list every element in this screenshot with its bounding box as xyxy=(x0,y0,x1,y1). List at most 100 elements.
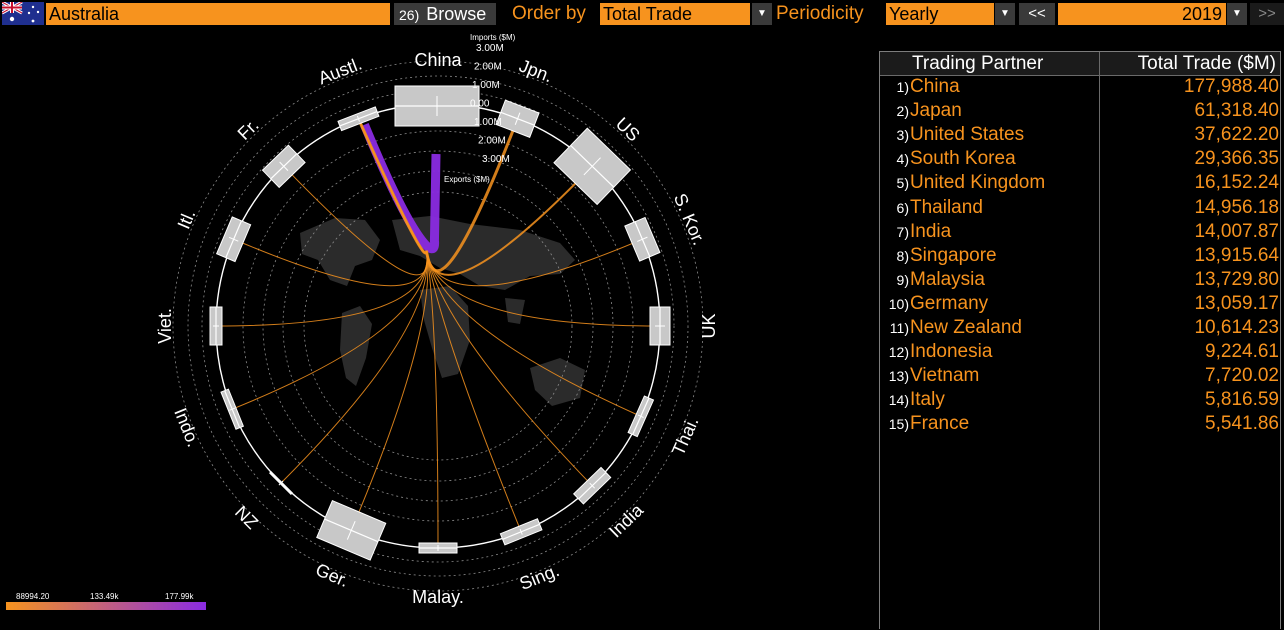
periodicity-field[interactable]: Yearly xyxy=(886,3,994,25)
order-by-dropdown[interactable]: ▼ xyxy=(752,3,772,25)
partner-box-india[interactable] xyxy=(572,466,612,505)
table-row[interactable]: 12) Indonesia 9,224.61 xyxy=(880,340,1280,364)
row-partner-name: Japan xyxy=(910,100,962,122)
trading-partner-table: Trading Partner Total Trade ($M) 1) China… xyxy=(879,51,1281,630)
periodicity-label: Periodicity xyxy=(776,3,864,24)
row-rank: 11) xyxy=(889,320,909,336)
order-by-field[interactable]: Total Trade xyxy=(600,3,750,25)
continent-shape xyxy=(530,358,585,406)
legend-gradient-bar xyxy=(6,602,206,610)
row-partner-name: Thailand xyxy=(910,196,983,218)
partner-label-skor: S. Kor. xyxy=(670,190,710,248)
partner-box-skor[interactable] xyxy=(624,216,661,262)
partner-box-china[interactable] xyxy=(394,85,480,127)
column-header-partner[interactable]: Trading Partner xyxy=(912,52,1043,75)
row-partner-name: Italy xyxy=(910,389,945,411)
row-total-trade: 13,915.64 xyxy=(1194,244,1279,266)
partner-box-austl[interactable] xyxy=(337,106,380,132)
partner-box-viet[interactable] xyxy=(209,306,223,346)
scale-tick-label: 3.00M xyxy=(476,43,504,54)
row-partner-name: United Kingdom xyxy=(910,172,1046,194)
row-rank: 15) xyxy=(888,416,909,433)
table-row[interactable]: 11) New Zealand 10,614.23 xyxy=(880,316,1280,340)
partner-box-malay[interactable] xyxy=(418,542,458,554)
partner-label-nz: NZ xyxy=(231,502,262,533)
partner-box-uk[interactable] xyxy=(649,306,671,346)
column-header-total-trade[interactable]: Total Trade ($M) xyxy=(1138,52,1276,75)
partner-box-sing[interactable] xyxy=(499,518,543,546)
australia-flag-icon xyxy=(2,2,44,25)
partner-label-malay: Malay. xyxy=(412,587,464,607)
table-row[interactable]: 10) Germany 13,059.17 xyxy=(880,292,1280,316)
partner-label-austl: Austl. xyxy=(315,53,364,88)
table-row[interactable]: 9) Malaysia 13,729.80 xyxy=(880,268,1280,292)
table-row[interactable]: 4) South Korea 29,366.35 xyxy=(880,147,1280,171)
row-total-trade: 61,318.40 xyxy=(1194,100,1279,122)
browse-button[interactable]: 26) Browse xyxy=(394,3,496,25)
table-row[interactable]: 1) China 177,988.40 xyxy=(880,75,1280,99)
partner-box-jpn[interactable] xyxy=(495,99,540,138)
partner-box-ger[interactable] xyxy=(316,499,387,561)
scale-tick-label: 3.00M xyxy=(482,154,510,165)
partner-box-itl[interactable] xyxy=(215,216,252,263)
partner-box-indo[interactable] xyxy=(220,388,245,430)
browse-label: Browse xyxy=(426,4,487,24)
table-row[interactable]: 7) India 14,007.87 xyxy=(880,220,1280,244)
partner-label-itl: Itl. xyxy=(174,207,200,232)
legend-tick-label: 133.49k xyxy=(90,592,119,601)
year-dropdown[interactable]: ▼ xyxy=(1227,3,1247,25)
row-rank: 4) xyxy=(896,151,909,168)
partner-label-ger: Ger. xyxy=(313,559,352,591)
continent-shape xyxy=(300,218,380,286)
table-row[interactable]: 5) United Kingdom 16,152.24 xyxy=(880,171,1280,195)
row-rank: 10) xyxy=(888,295,909,312)
table-row[interactable]: 15) France 5,541.86 xyxy=(880,412,1280,436)
row-total-trade: 10,614.23 xyxy=(1194,317,1279,338)
scale-tick-label: 0.00 xyxy=(470,99,490,110)
scale-tick-label: 2.00M xyxy=(474,62,502,73)
continent-shape xyxy=(420,286,470,378)
table-row[interactable]: 8) Singapore 13,915.64 xyxy=(880,244,1280,268)
row-rank: 12) xyxy=(888,344,909,361)
scale-exports-label: Exports ($M) xyxy=(444,175,490,184)
partner-label-us: US xyxy=(612,114,644,146)
row-rank: 3) xyxy=(896,127,909,144)
continent-shape xyxy=(392,216,575,290)
row-rank: 13) xyxy=(888,368,909,385)
table-row[interactable]: 2) Japan 61,318.40 xyxy=(880,99,1280,123)
row-total-trade: 13,729.80 xyxy=(1194,268,1279,290)
periodicity-dropdown[interactable]: ▼ xyxy=(995,3,1015,25)
table-row[interactable]: 3) United States 37,622.20 xyxy=(880,123,1280,147)
scale-tick-label: 1.00M xyxy=(472,80,500,91)
table-row[interactable]: 13) Vietnam 7,720.02 xyxy=(880,364,1280,388)
partner-box-thai[interactable] xyxy=(627,395,655,438)
row-rank: 14) xyxy=(888,392,909,409)
country-field[interactable]: Australia xyxy=(46,3,390,25)
row-partner-name: France xyxy=(910,413,970,435)
table-row[interactable]: 6) Thailand 14,956.18 xyxy=(880,196,1280,220)
row-rank: 9) xyxy=(896,271,909,288)
partner-label-uk: UK xyxy=(699,313,719,338)
row-total-trade: 29,366.35 xyxy=(1194,148,1279,170)
row-partner-name: China xyxy=(910,76,960,97)
scale-imports-label: Imports ($M) xyxy=(470,33,516,42)
row-rank: 7) xyxy=(896,223,909,240)
chevron-down-icon: ▼ xyxy=(757,8,767,19)
row-partner-name: India xyxy=(910,220,952,242)
year-field[interactable]: 2019 xyxy=(1058,3,1226,25)
row-partner-name: Indonesia xyxy=(910,341,993,363)
partner-label-sing: Sing. xyxy=(517,560,563,594)
table-row[interactable]: 14) Italy 5,816.59 xyxy=(880,388,1280,412)
row-rank: 2) xyxy=(896,103,909,120)
partner-label-viet: Viet. xyxy=(155,308,175,344)
chevron-down-icon: ▼ xyxy=(1232,8,1242,19)
browse-number: 26) xyxy=(399,7,420,23)
row-partner-name: South Korea xyxy=(910,148,1016,170)
row-total-trade: 14,956.18 xyxy=(1194,196,1279,218)
continent-shape xyxy=(340,306,372,386)
row-total-trade: 16,152.24 xyxy=(1194,172,1279,194)
trade-chord-diagram: China Jpn.USS. Kor.UKThai.IndiaSing.Malay… xyxy=(6,33,719,610)
row-rank: 6) xyxy=(896,199,909,216)
previous-year-button[interactable]: << xyxy=(1019,3,1055,25)
next-year-button[interactable]: >> xyxy=(1250,3,1284,25)
